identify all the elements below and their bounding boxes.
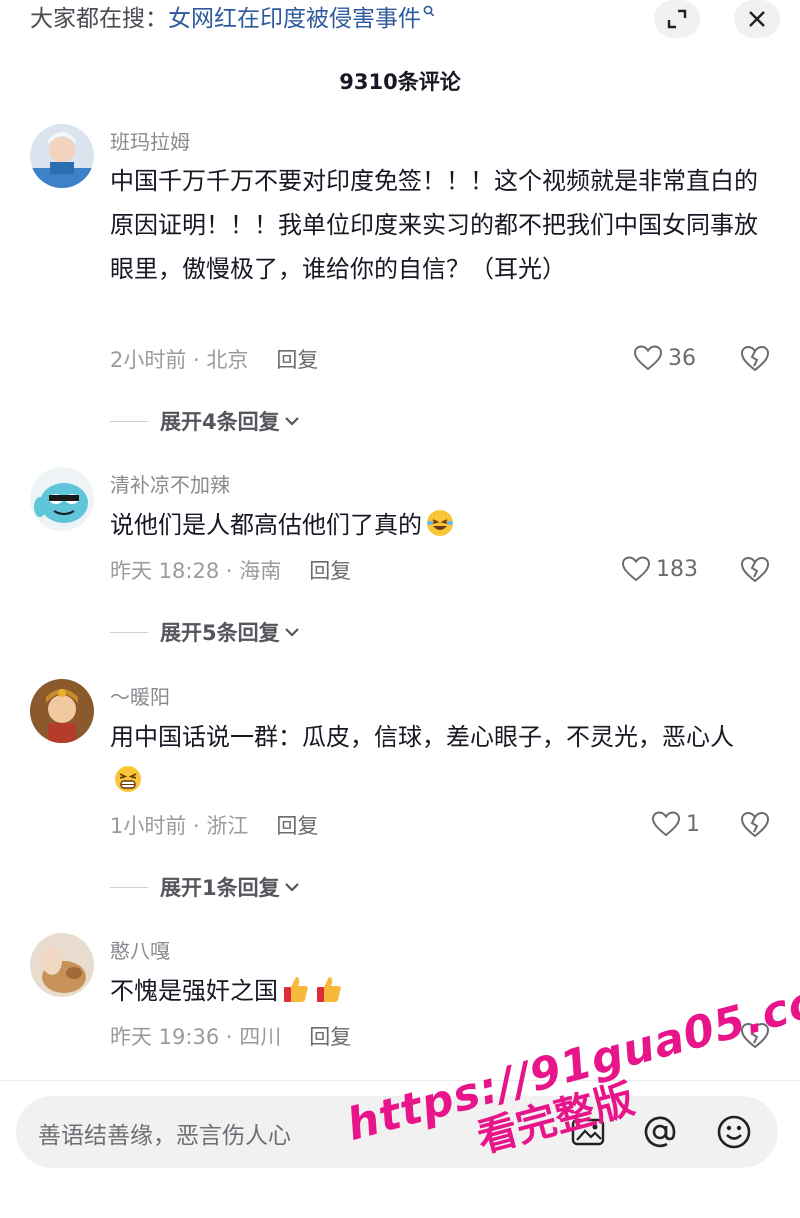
expand-replies-button[interactable]: 展开4条回复 (110, 406, 300, 436)
comment-time-location: 1小时前 · 浙江 (110, 814, 249, 838)
hot-search-query[interactable]: 女网红在印度被侵害事件 (168, 6, 421, 32)
reply-button[interactable]: 回复 (276, 814, 318, 838)
expand-divider (110, 420, 148, 422)
dislike-icon[interactable] (740, 809, 770, 839)
emoji-icon (717, 1115, 751, 1149)
close-button[interactable] (734, 0, 780, 38)
reply-button[interactable]: 回复 (309, 559, 351, 583)
comment-input-placeholder[interactable]: 善语结善缘，恶言伤人心 (38, 1116, 291, 1150)
grinning-squint-emoji (115, 766, 141, 792)
comment-text: 不愧是强奸之国 (110, 969, 760, 1013)
bottom-divider (0, 1080, 800, 1081)
comment-time-location: 昨天 19:36 · 四川 (110, 1025, 282, 1049)
laughing-tears-emoji (427, 510, 453, 536)
comment-meta: 1小时前 · 浙江 回复 (110, 810, 318, 840)
comment-text: 用中国话说一群：瓜皮，信球，差心眼子，不灵光，恶心人 (110, 715, 760, 803)
like-button[interactable]: 1 (652, 809, 700, 839)
comment-count-title: 9310条评论 (339, 70, 461, 94)
avatar[interactable] (30, 467, 94, 531)
thumbs-up-emoji (284, 977, 308, 1002)
comment-text-content: 用中国话说一群：瓜皮，信球，差心眼子，不灵光，恶心人 (110, 723, 734, 751)
collapse-button[interactable] (654, 0, 700, 38)
hot-search-bar: 大家都在搜：女网红在印度被侵害事件 (0, 0, 800, 40)
heart-icon (652, 811, 680, 837)
comment-username[interactable]: 憨八嘎 (110, 935, 170, 964)
comment-text: 中国千万千万不要对印度免签！！！这个视频就是非常直白的原因证明！！！我单位印度来… (110, 167, 758, 283)
comment-meta: 昨天 19:36 · 四川 回复 (110, 1021, 351, 1051)
expand-replies-label: 展开4条回复 (160, 410, 280, 434)
dislike-icon[interactable] (740, 343, 770, 373)
expand-replies-label: 展开5条回复 (160, 621, 280, 645)
chevron-down-icon (284, 417, 299, 426)
like-count: 1 (686, 811, 700, 837)
mention-button[interactable] (640, 1112, 680, 1152)
like-count: 36 (668, 345, 696, 371)
dislike-icon[interactable] (740, 554, 770, 584)
reply-button[interactable]: 回复 (309, 1025, 351, 1049)
comment-meta: 昨天 18:28 · 海南 回复 (110, 555, 351, 585)
expand-replies-button[interactable]: 展开5条回复 (110, 617, 300, 647)
hot-search-link[interactable]: 大家都在搜：女网红在印度被侵害事件 (30, 4, 435, 34)
emoji-button[interactable] (714, 1112, 754, 1152)
like-button[interactable]: 183 (622, 554, 698, 584)
comment-username[interactable]: ～暖阳 (110, 681, 170, 710)
avatar[interactable] (30, 679, 94, 743)
thumbs-up-emoji (317, 977, 341, 1002)
heart-icon (634, 345, 662, 371)
like-count: 183 (656, 556, 698, 582)
comment-meta: 2小时前 · 北京 回复 (110, 344, 318, 374)
chevron-down-icon (284, 883, 299, 892)
collapse-icon (667, 9, 687, 29)
comment-username[interactable]: 清补凉不加辣 (110, 469, 230, 498)
avatar[interactable] (30, 933, 94, 997)
expand-divider (110, 631, 148, 633)
expand-divider (110, 886, 148, 888)
chevron-down-icon (284, 628, 299, 637)
close-icon (749, 11, 765, 27)
comment-text-content: 不愧是强奸之国 (110, 977, 278, 1005)
expand-replies-label: 展开1条回复 (160, 876, 280, 900)
at-icon (644, 1116, 676, 1148)
avatar[interactable] (30, 124, 94, 188)
expand-replies-button[interactable]: 展开1条回复 (110, 872, 300, 902)
hot-search-prefix: 大家都在搜： (30, 6, 168, 32)
comment-text: 说他们是人都高估他们了真的 (110, 503, 760, 547)
comment-username[interactable]: 班玛拉姆 (110, 126, 190, 155)
search-icon (423, 5, 435, 17)
reply-button[interactable]: 回复 (276, 348, 318, 372)
comment-time-location: 昨天 18:28 · 海南 (110, 559, 282, 583)
comment-text-content: 说他们是人都高估他们了真的 (110, 511, 422, 539)
heart-icon (622, 556, 650, 582)
like-button[interactable]: 36 (634, 343, 696, 373)
comment-time-location: 2小时前 · 北京 (110, 348, 249, 372)
